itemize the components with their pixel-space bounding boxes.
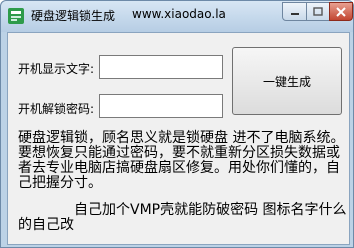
description-paragraph-1: 硬盘逻辑锁，顾名思义就是锁硬盘 进不了电脑系统。要想恢复只能通过密码，要不就重新… (18, 130, 345, 191)
maximize-button[interactable] (306, 2, 330, 21)
app-window: 硬盘逻辑锁生成 www.xiaodao.la 开机显示文字: 开机解锁密码: 一… (0, 0, 354, 248)
minimize-icon (290, 12, 299, 15)
window-website: www.xiaodao.la (132, 7, 226, 21)
title-bar[interactable]: 硬盘逻辑锁生成 www.xiaodao.la (1, 1, 353, 32)
boot-unlock-password-input[interactable] (99, 94, 223, 118)
close-icon (336, 6, 346, 17)
boot-display-input[interactable] (99, 55, 223, 79)
app-icon (8, 8, 24, 24)
minimize-button[interactable] (282, 2, 307, 21)
generate-button[interactable]: 一键生成 (232, 47, 342, 115)
window-title: 硬盘逻辑锁生成 (31, 9, 116, 23)
maximize-icon (313, 7, 323, 16)
description-paragraph-2: 自己加个VMP壳就能防破密码 图标名字什么的自己改 (18, 202, 347, 233)
client-area: 开机显示文字: 开机解锁密码: 一键生成 硬盘逻辑锁，顾名思义就是锁硬盘 进不了… (7, 32, 350, 245)
boot-display-label: 开机显示文字: (18, 62, 95, 76)
boot-unlock-label: 开机解锁密码: (18, 102, 95, 116)
close-button[interactable] (329, 2, 353, 21)
